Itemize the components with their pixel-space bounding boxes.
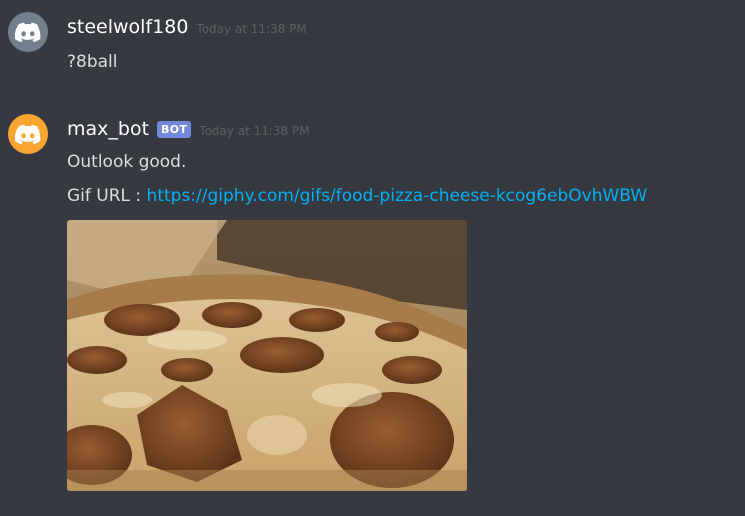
chat-messages: steelwolf180 Today at 11:38 PM ?8ball ma… (0, 0, 745, 516)
gif-url-line: Gif URL : https://giphy.com/gifs/food-pi… (67, 186, 647, 206)
user-avatar[interactable] (8, 12, 48, 52)
username[interactable]: max_bot (67, 118, 149, 140)
discord-logo-icon (15, 124, 41, 144)
bot-badge: BOT (157, 120, 192, 138)
message-timestamp: Today at 11:38 PM (196, 22, 307, 36)
username[interactable]: steelwolf180 (67, 16, 188, 38)
pizza-gif-illustration (67, 220, 467, 491)
bot-avatar[interactable] (8, 114, 48, 154)
gif-embed-image[interactable] (67, 220, 467, 491)
message-text: Outlook good. (67, 152, 187, 172)
message-steelwolf180: steelwolf180 Today at 11:38 PM ?8ball (0, 0, 745, 90)
discord-logo-icon (15, 22, 41, 42)
message-max-bot: max_bot BOT Today at 11:38 PM Outlook go… (0, 100, 745, 516)
message-text: ?8ball (67, 52, 118, 72)
message-timestamp: Today at 11:38 PM (199, 124, 310, 138)
gif-url-link[interactable]: https://giphy.com/gifs/food-pizza-cheese… (147, 186, 648, 206)
gif-url-label: Gif URL : (67, 186, 147, 206)
